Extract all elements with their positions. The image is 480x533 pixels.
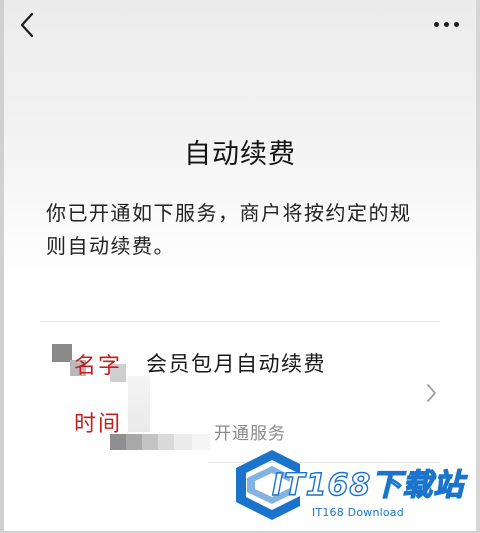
service-row-chevron[interactable] xyxy=(424,382,438,404)
page-description: 你已开通如下服务，商户将按约定的规 则自动续费。 xyxy=(46,197,446,263)
more-dot xyxy=(443,21,449,27)
more-button[interactable] xyxy=(426,10,466,38)
chevron-left-icon xyxy=(20,12,34,38)
watermark: IT168下载站 IT168 Download xyxy=(232,446,476,524)
divider xyxy=(40,321,440,322)
service-name[interactable]: 会员包月自动续费 xyxy=(146,348,326,378)
description-line-2: 则自动续费。 xyxy=(46,234,175,258)
watermark-brand: IT168下载站 xyxy=(271,467,465,503)
chevron-right-icon xyxy=(427,384,436,402)
redacted-block xyxy=(128,376,150,432)
frame-right-edge xyxy=(476,0,480,533)
more-dots-icon xyxy=(433,21,439,27)
redacted-time-value xyxy=(110,434,210,450)
frame-left-edge xyxy=(0,0,4,533)
watermark-subtitle: IT168 Download xyxy=(312,506,404,519)
back-button[interactable] xyxy=(12,8,42,42)
annotation-name: 名字 xyxy=(74,354,123,379)
redacted-avatar xyxy=(52,344,72,362)
service-status: 开通服务 xyxy=(214,424,286,444)
more-dot xyxy=(453,21,459,27)
page-title: 自动续费 xyxy=(184,139,296,170)
description-line-1: 你已开通如下服务，商户将按约定的规 xyxy=(46,201,412,225)
